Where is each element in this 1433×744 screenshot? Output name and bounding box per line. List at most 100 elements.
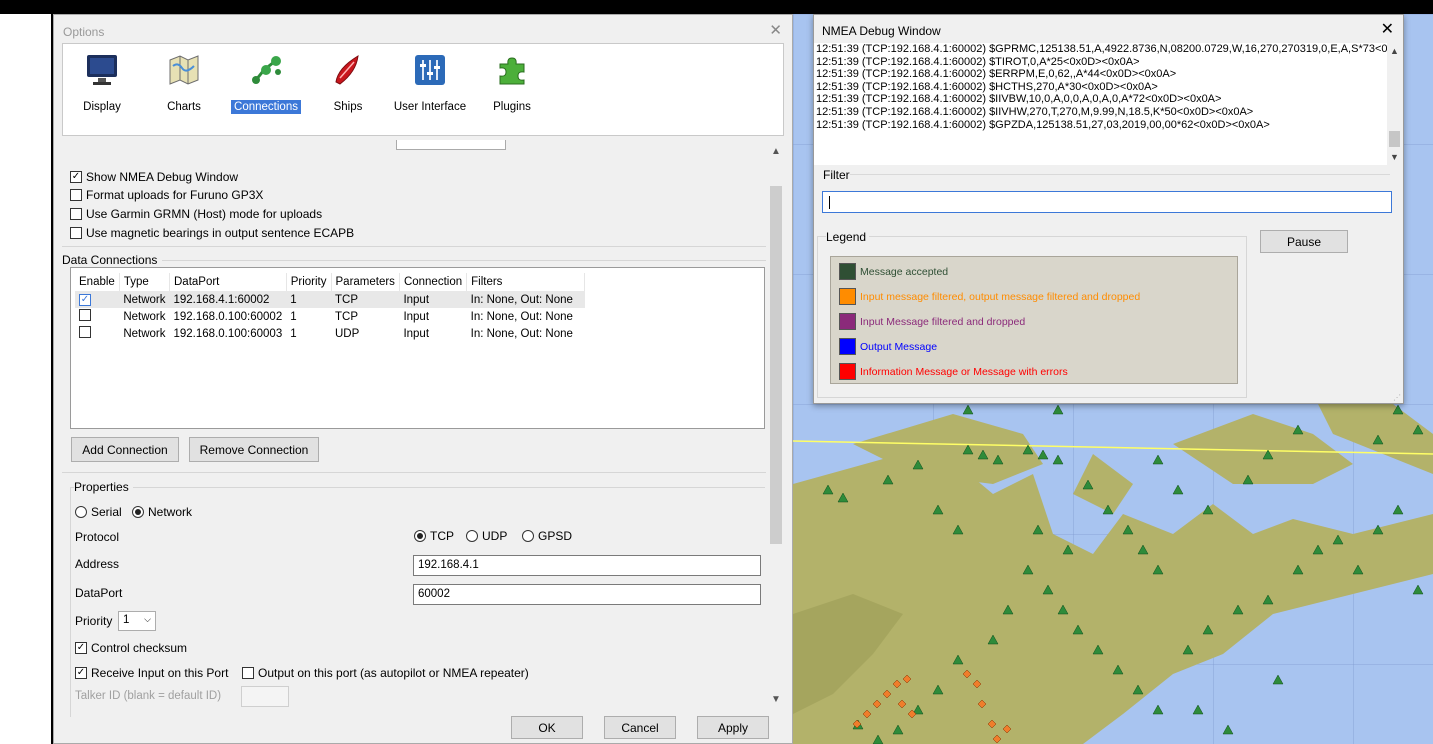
toolbar-user-interface[interactable]: User Interface: [385, 52, 475, 114]
checkbox-label: Format uploads for Furuno GP3X: [86, 188, 264, 202]
checkbox-label: Show NMEA Debug Window: [86, 170, 239, 184]
log-scrollbar-thumb[interactable]: [1389, 131, 1400, 147]
legend-swatch: [839, 363, 856, 380]
ok-button[interactable]: OK: [511, 716, 583, 739]
table-cell: Input: [399, 291, 467, 308]
show-nmea-debug-checkbox[interactable]: ✓ Show NMEA Debug Window: [70, 170, 238, 184]
legend-item-error: Information Message or Message with erro…: [839, 363, 1068, 380]
toolbar-charts[interactable]: Charts: [139, 52, 229, 114]
column-header[interactable]: Enable: [75, 273, 120, 291]
apply-button[interactable]: Apply: [697, 716, 769, 739]
furuno-checkbox[interactable]: Format uploads for Furuno GP3X: [70, 188, 263, 202]
legend-text: Information Message or Message with erro…: [860, 365, 1068, 378]
enable-checkbox[interactable]: [79, 326, 91, 338]
connections-scrollbar[interactable]: ▲ ▼: [768, 140, 784, 710]
monitor-icon: [87, 55, 117, 85]
connections-table[interactable]: Enable Type DataPort Priority Parameters…: [70, 267, 765, 429]
radio-icon: [466, 530, 478, 542]
legend-item-accepted: Message accepted: [839, 263, 948, 280]
nmea-close-button[interactable]: ✕: [1381, 19, 1394, 39]
sliders-icon: [415, 55, 445, 85]
output-port-checkbox[interactable]: Output on this port (as autopilot or NME…: [242, 666, 529, 680]
nmea-window-title: NMEA Debug Window: [822, 24, 941, 38]
toolbar-display[interactable]: Display: [57, 52, 147, 114]
connections-panel: ▲ ▼ ✓ Show NMEA Debug Window Format uplo…: [62, 140, 784, 717]
garmin-checkbox[interactable]: Use Garmin GRMN (Host) mode for uploads: [70, 207, 322, 221]
dataport-input[interactable]: 60002: [413, 584, 761, 605]
nmea-debug-window: NMEA Debug Window ✕ 12:51:39 (TCP:192.16…: [813, 14, 1404, 404]
toolbar-ships-label: Ships: [333, 101, 363, 113]
checkbox-label: Output on this port (as autopilot or NME…: [258, 666, 529, 680]
control-checksum-checkbox[interactable]: ✓ Control checksum: [75, 641, 187, 655]
table-cell: 1: [290, 310, 297, 323]
column-header[interactable]: DataPort: [169, 273, 287, 291]
column-header[interactable]: Filters: [466, 273, 586, 291]
table-cell: Network: [123, 310, 166, 323]
toolbar-connections-label: Connections: [231, 100, 301, 114]
table-cell: In: None, Out: None: [470, 310, 573, 323]
column-header[interactable]: Type: [119, 273, 171, 291]
resize-grip-icon[interactable]: ⋰: [1393, 393, 1401, 402]
radio-selected-icon: [414, 530, 426, 542]
protocol-gpsd-radio[interactable]: GPSD: [522, 529, 572, 543]
table-row[interactable]: Network 192.168.0.100:60003 1 UDP Input …: [75, 325, 585, 342]
pause-button[interactable]: Pause: [1260, 230, 1348, 253]
filter-label: Filter: [823, 168, 850, 182]
radio-selected-icon: [132, 506, 144, 518]
table-cell: 192.168.0.100:60002: [173, 310, 283, 323]
table-row[interactable]: ✓ Network 192.168.4.1:60002 1 TCP Input …: [75, 291, 585, 308]
table-row[interactable]: Network 192.168.0.100:60002 1 TCP Input …: [75, 308, 585, 325]
options-close-button[interactable]: ✕: [769, 21, 782, 39]
cancel-button[interactable]: Cancel: [604, 716, 676, 739]
add-connection-button[interactable]: Add Connection: [71, 437, 179, 462]
magnetic-bearing-checkbox[interactable]: Use magnetic bearings in output sentence…: [70, 226, 354, 240]
toolbar-plugins[interactable]: Plugins: [467, 52, 557, 114]
protocol-udp-radio[interactable]: UDP: [466, 529, 507, 543]
receive-input-checkbox[interactable]: ✓ Receive Input on this Port: [75, 666, 228, 680]
legend-text: Input Message filtered and dropped: [860, 315, 1026, 328]
toolbar-connections[interactable]: Connections: [221, 52, 311, 114]
filter-input[interactable]: [822, 191, 1392, 213]
table-header-row: Enable Type DataPort Priority Parameters…: [75, 273, 586, 291]
priority-select[interactable]: 1 ⌵: [118, 611, 156, 631]
tab-stub: [396, 140, 506, 150]
protocol-label: Protocol: [75, 530, 120, 544]
protocol-tcp-radio[interactable]: TCP: [414, 529, 454, 543]
divider: [62, 246, 766, 247]
data-connections-title: Data Connections: [62, 253, 158, 267]
column-header[interactable]: Priority: [286, 273, 332, 291]
checkbox-label: Receive Input on this Port: [91, 666, 229, 680]
toolbar-ships[interactable]: Ships: [303, 52, 393, 114]
scroll-up-arrow-icon[interactable]: ▲: [1390, 45, 1399, 58]
enable-checkbox[interactable]: ✓: [79, 294, 91, 306]
log-line: 12:51:39 (TCP:192.168.4.1:60002) $GPZDA,…: [816, 118, 1270, 131]
enable-checkbox[interactable]: [79, 309, 91, 321]
log-line: 12:51:39 (TCP:192.168.4.1:60002) $IIVHW,…: [816, 105, 1254, 118]
legend-item-filtered-dropped: Input Message filtered and dropped: [839, 313, 1025, 330]
log-scrollbar[interactable]: ▲ ▼: [1387, 43, 1402, 165]
table-cell: Input: [403, 327, 430, 340]
scroll-up-arrow-icon[interactable]: ▲: [771, 146, 781, 157]
table-cell: Network: [123, 327, 166, 340]
scrollbar-thumb[interactable]: [770, 186, 782, 544]
nmea-log[interactable]: 12:51:39 (TCP:192.168.4.1:60002) $GPRMC,…: [814, 43, 1402, 165]
scroll-down-arrow-icon[interactable]: ▼: [771, 694, 781, 705]
legend-item-filtered-output: Input message filtered, output message f…: [839, 288, 1140, 305]
network-radio[interactable]: Network: [132, 505, 192, 519]
remove-connection-button[interactable]: Remove Connection: [189, 437, 319, 462]
checkbox-label: Use magnetic bearings in output sentence…: [86, 226, 355, 240]
legend-text: Input message filtered, output message f…: [860, 290, 1141, 303]
serial-radio[interactable]: Serial: [75, 505, 122, 519]
column-header[interactable]: Parameters: [331, 273, 400, 291]
talker-id-input[interactable]: [241, 686, 289, 707]
priority-label: Priority: [75, 614, 113, 628]
address-input[interactable]: 192.168.4.1: [413, 555, 761, 576]
radio-label: TCP: [430, 529, 454, 543]
scroll-down-arrow-icon[interactable]: ▼: [1390, 151, 1399, 164]
checkbox-checked-icon: ✓: [75, 667, 87, 679]
chevron-down-icon: ⌵: [144, 614, 151, 624]
column-header[interactable]: Connection: [399, 273, 468, 291]
table-cell: In: None, Out: None: [470, 327, 573, 340]
legend-text: Output Message: [860, 340, 938, 353]
table-cell: Input: [403, 310, 430, 323]
